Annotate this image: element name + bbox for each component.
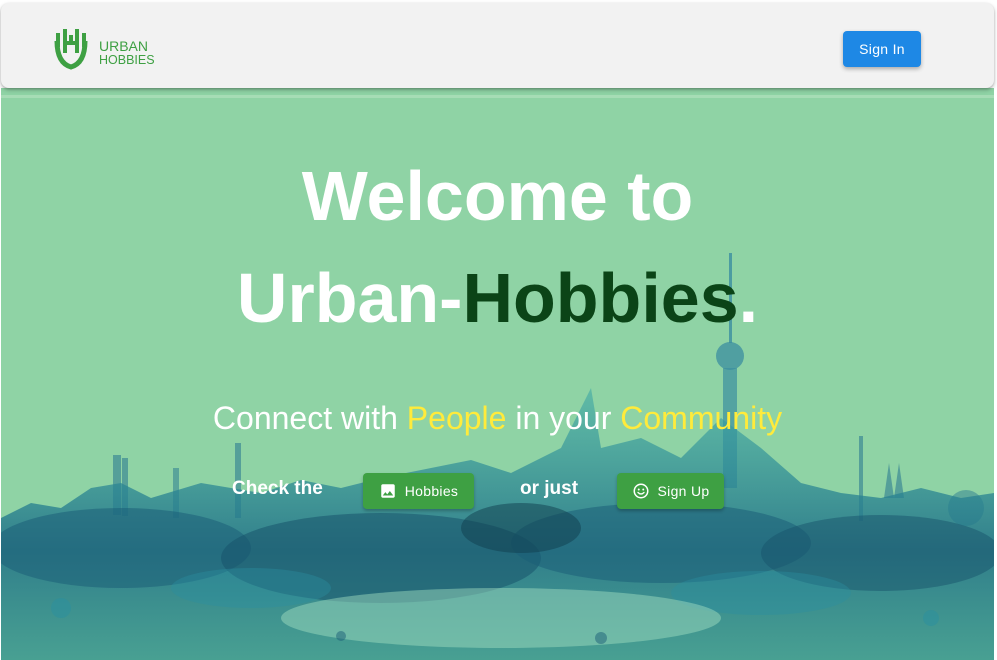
check-the-text: Check the [232, 478, 323, 499]
hero-title-suffix: . [738, 259, 759, 337]
smiley-icon [633, 483, 649, 499]
logo-wordmark: URBAN HOBBIES [99, 39, 155, 67]
hero-title-line-1: Welcome to [301, 157, 694, 235]
hero-subtitle: Connect with People in your Community [1, 400, 994, 437]
sign-in-button[interactable]: Sign In [843, 31, 921, 67]
hobbies-button-label: Hobbies [404, 483, 459, 499]
subtitle-part-2: in your [506, 400, 621, 436]
sign-up-button[interactable]: Sign Up [617, 473, 724, 509]
logo[interactable]: URBAN HOBBIES [51, 25, 155, 73]
subtitle-highlight-people: People [406, 400, 507, 436]
urban-hobbies-logo-icon [54, 29, 88, 70]
app-bar: URBAN HOBBIES Sign In [1, 3, 994, 88]
subtitle-highlight-community: Community [620, 400, 783, 436]
hero-title-accent: Hobbies [462, 259, 739, 337]
sign-up-button-label: Sign Up [657, 483, 710, 499]
image-icon [381, 484, 395, 498]
hobbies-button[interactable]: Hobbies [363, 473, 474, 509]
hero-title-prefix: Urban- [236, 259, 463, 337]
logo-line-1: URBAN [99, 38, 149, 54]
hero-title-line-2: Urban-Hobbies. [1, 260, 994, 336]
logo-line-2: HOBBIES [99, 53, 155, 67]
subtitle-part-1: Connect with [212, 400, 407, 436]
or-just-text: or just [520, 478, 579, 499]
hero-section: Welcome to Urban-Hobbies. Connect with P… [1, 88, 994, 660]
